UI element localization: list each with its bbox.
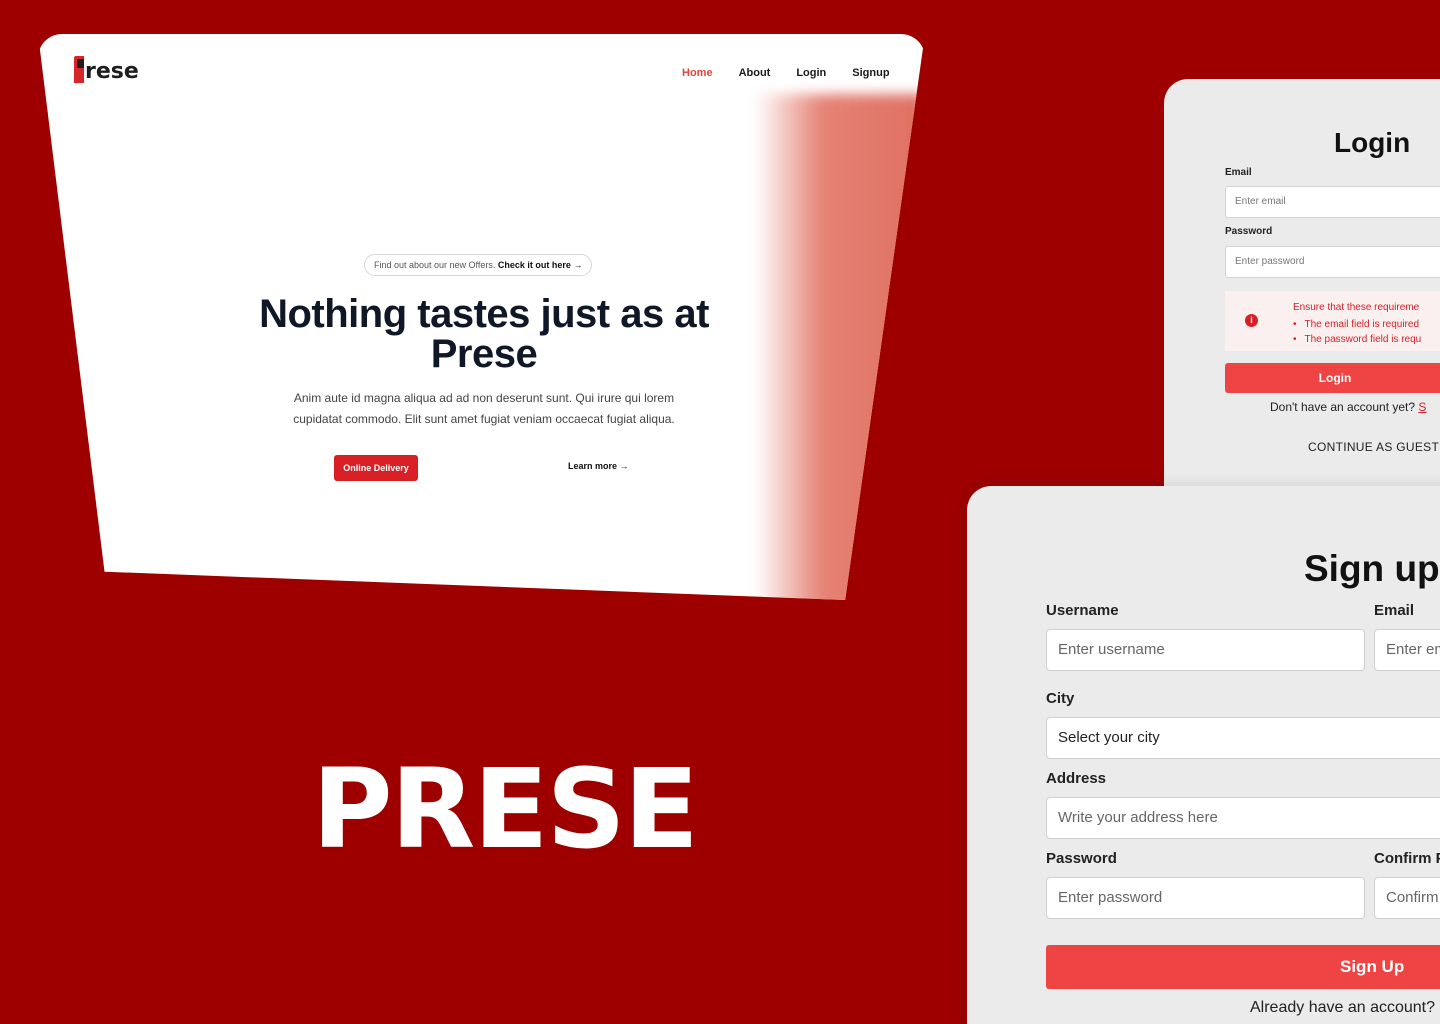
nav-about[interactable]: About	[739, 67, 771, 79]
confirm-password-label: Confirm P	[1374, 850, 1440, 867]
continue-as-guest-link[interactable]: CONTINUE AS GUEST	[1308, 440, 1439, 454]
signup-footer: Already have an account?	[1250, 999, 1436, 1016]
top-nav: Home About Login Signup	[682, 67, 890, 79]
hero-card: rese Home About Login Signup Find out ab…	[38, 34, 925, 600]
online-delivery-button[interactable]: Online Delivery	[334, 455, 418, 481]
username-label: Username	[1046, 602, 1119, 619]
alert-title: Ensure that these requireme	[1293, 302, 1420, 313]
city-label: City	[1046, 690, 1075, 707]
login-password-input[interactable]: Enter password	[1225, 246, 1440, 278]
info-icon: i	[1245, 314, 1258, 327]
login-password-label: Password	[1225, 226, 1273, 237]
login-footer-text: Don't have an account yet?	[1270, 400, 1416, 414]
nav-home[interactable]: Home	[682, 67, 713, 79]
password-label: Password	[1046, 850, 1117, 867]
nav-signup[interactable]: Signup	[852, 67, 889, 79]
address-input[interactable]: Write your address here	[1046, 797, 1440, 839]
signup-title: Sign up	[1304, 548, 1440, 589]
alert-item: The email field is required	[1293, 317, 1421, 332]
signup-card: Sign up Username Enter username Email En…	[967, 486, 1440, 1024]
logo-text: rese	[85, 59, 139, 84]
signup-link[interactable]: S	[1418, 400, 1426, 414]
email-input[interactable]: Enter em	[1374, 629, 1440, 671]
prese-logo[interactable]: rese	[74, 56, 139, 83]
email-label: Email	[1374, 602, 1415, 619]
signup-button[interactable]: Sign Up	[1046, 945, 1440, 989]
login-card: Login Email Enter email Password Enter p…	[1164, 79, 1440, 539]
hero-fade-overlay	[755, 94, 925, 600]
brand-wordmark: PRESE	[312, 745, 699, 873]
username-input[interactable]: Enter username	[1046, 629, 1365, 671]
address-label: Address	[1046, 770, 1107, 787]
alert-item: The password field is requ	[1293, 332, 1422, 347]
confirm-password-input[interactable]: Confirm	[1374, 877, 1440, 919]
nav-login[interactable]: Login	[796, 67, 826, 79]
offer-pill[interactable]: Find out about our new Offers. Check it …	[364, 254, 593, 276]
login-footer: Don't have an account yet? S	[1270, 400, 1426, 414]
login-email-label: Email	[1225, 167, 1252, 178]
city-select[interactable]: Select your city	[1046, 717, 1440, 759]
hero-description: Anim aute id magna aliqua ad ad non dese…	[293, 391, 675, 426]
login-title: Login	[1334, 127, 1411, 158]
logo-mark-icon	[74, 56, 84, 83]
offer-link[interactable]: Check it out here →	[498, 260, 583, 270]
login-button[interactable]: Login	[1225, 363, 1440, 393]
learn-more-link[interactable]: Learn more →	[568, 461, 629, 471]
password-input[interactable]: Enter password	[1046, 877, 1365, 919]
login-email-input[interactable]: Enter email	[1225, 186, 1440, 218]
alert-list: The email field is required The password…	[1293, 317, 1422, 347]
hero-title: Nothing tastes just as at Prese	[259, 292, 709, 376]
offer-text: Find out about our new Offers.	[374, 260, 496, 270]
validation-alert: i Ensure that these requireme The email …	[1225, 291, 1440, 351]
